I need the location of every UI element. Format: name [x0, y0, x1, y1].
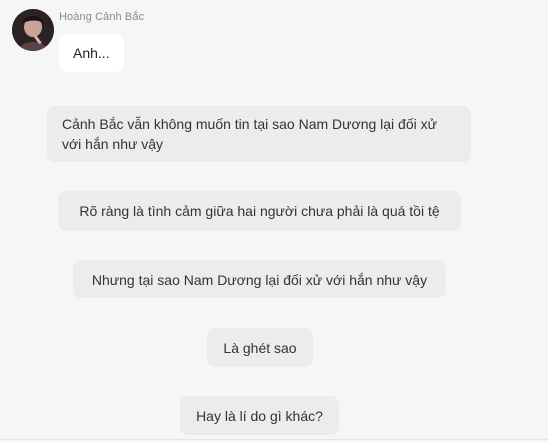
narration-bubble: Cảnh Bắc vẫn không muốn tin tại sao Nam … [47, 106, 471, 162]
avatar[interactable] [12, 9, 54, 51]
message-bubble[interactable]: Anh... [59, 34, 124, 72]
profile-photo-icon [12, 9, 54, 51]
narration-bubble: Là ghét sao [207, 328, 313, 367]
narration-bubble: Hay là lí do gì khác? [180, 396, 339, 435]
narration-bubble: Rõ ràng là tình cảm giữa hai người chưa … [58, 191, 461, 231]
chat-screen: Hoàng Cảnh Bắc Anh... Cảnh Bắc vẫn không… [0, 0, 548, 442]
divider [0, 439, 548, 440]
narration-bubble: Nhưng tại sao Nam Dương lại đối xử với h… [73, 260, 446, 298]
sender-name: Hoàng Cảnh Bắc [59, 11, 145, 23]
